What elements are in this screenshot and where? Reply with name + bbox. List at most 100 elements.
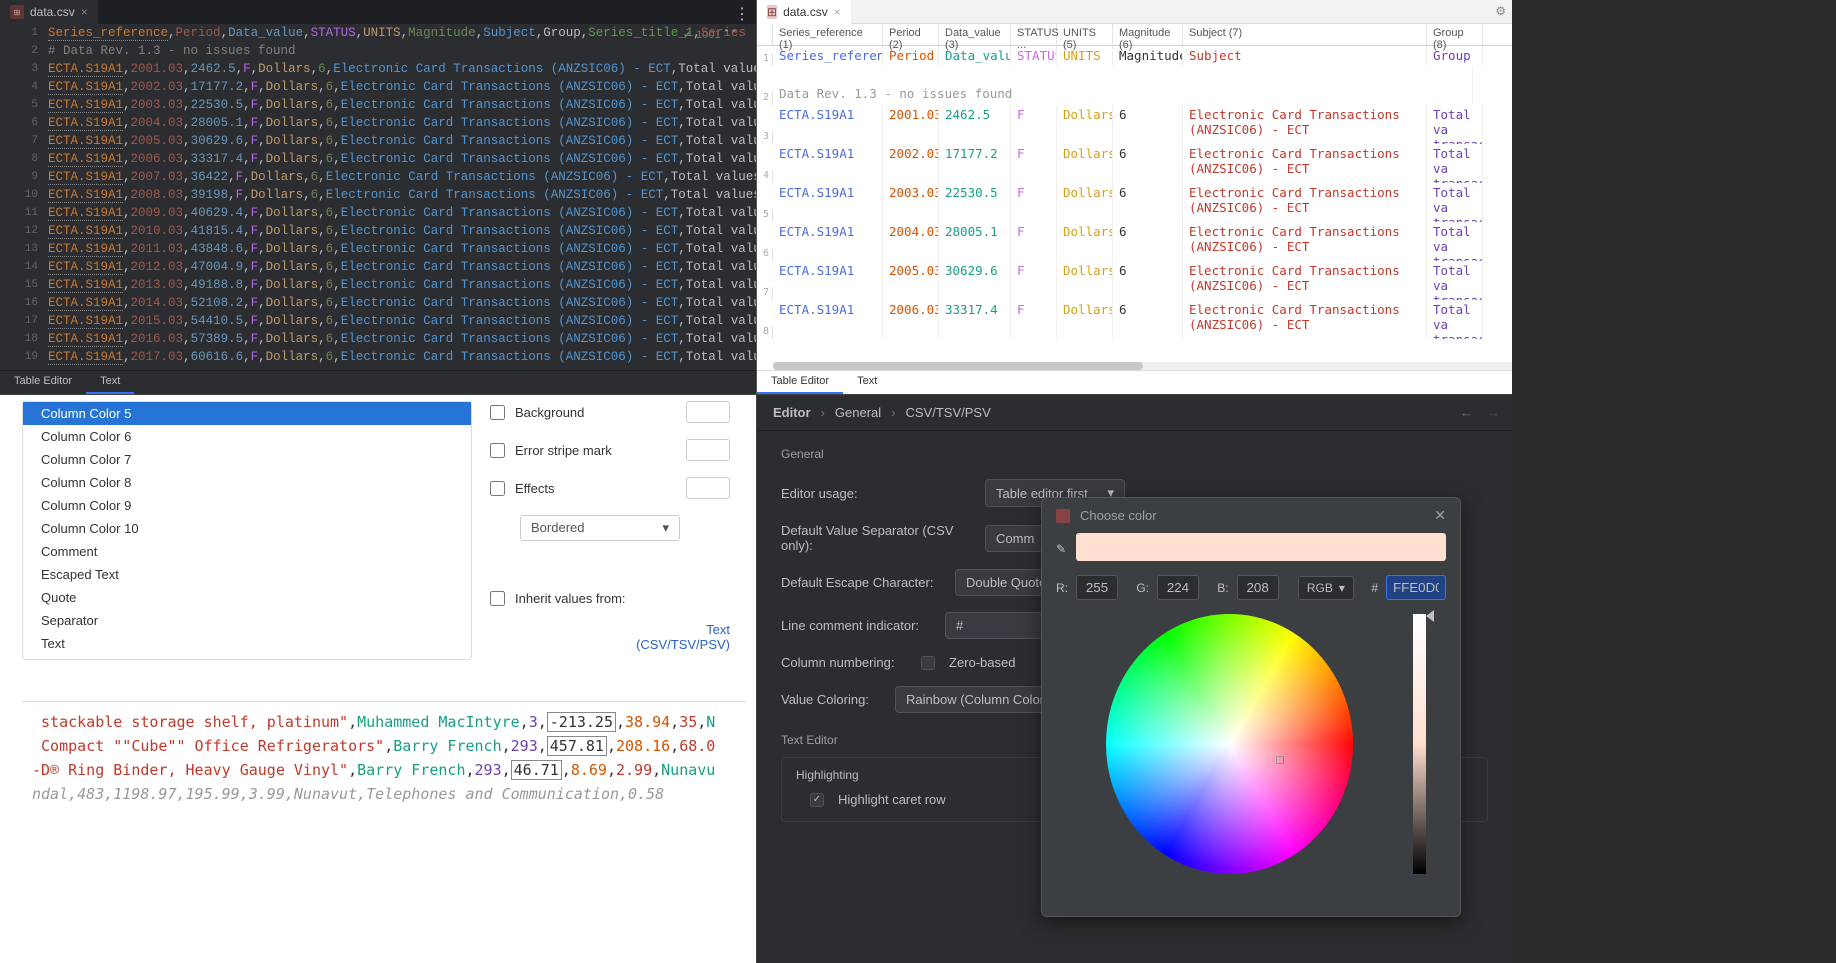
column-header[interactable]: Subject (7) [1183, 24, 1427, 45]
color-list-item[interactable]: Column Color 5 [23, 402, 471, 425]
horizontal-scrollbar[interactable] [773, 362, 1512, 370]
effects-type-select[interactable]: Bordered ▾ [520, 515, 680, 541]
table-row[interactable]: 3 ECTA.S19A1 2001.03 2462.5 F Dollars 6 … [757, 105, 1512, 144]
b-input[interactable] [1237, 575, 1279, 600]
table-row[interactable]: 2 Data Rev. 1.3 - no issues found [757, 66, 1512, 105]
table-row[interactable]: 5 ECTA.S19A1 2003.03 22530.5 F Dollars 6… [757, 183, 1512, 222]
escape-label: Default Escape Character: [781, 575, 941, 590]
error-stripe-swatch[interactable] [686, 439, 730, 461]
table-body[interactable]: 1 Series_reference Period Data_value STA… [757, 46, 1512, 362]
tab-table-editor[interactable]: Table Editor [0, 371, 86, 394]
color-list-item[interactable]: Column Color 7 [23, 448, 471, 471]
color-list-item[interactable]: Escaped Text [23, 563, 471, 586]
effects-swatch[interactable] [686, 477, 730, 499]
table-row[interactable]: 4 ECTA.S19A1 2002.03 17177.2 F Dollars 6… [757, 144, 1512, 183]
close-icon[interactable]: × [81, 5, 88, 19]
check-icon: ✔ [683, 28, 692, 41]
column-header[interactable]: Group (8) [1427, 24, 1483, 45]
chevron-up-icon[interactable]: ˆ [725, 29, 729, 41]
code-area[interactable]: Series_reference,Period,Data_value,STATU… [48, 24, 756, 370]
inherit-checkbox[interactable] [490, 591, 505, 606]
tab-text[interactable]: Text [843, 371, 891, 394]
error-stripe-checkbox[interactable] [490, 443, 505, 458]
color-wheel[interactable] [1106, 614, 1353, 874]
color-list-item[interactable]: Column Color 10 [23, 517, 471, 540]
column-header[interactable]: UNITS (5) [1057, 24, 1113, 45]
color-list-item[interactable]: Separator [23, 609, 471, 632]
color-preview: stackable storage shelf, platinum",Muham… [22, 701, 746, 963]
color-list-item[interactable]: Text [23, 632, 471, 655]
separator-label: Default Value Separator (CSV only): [781, 523, 971, 553]
column-header[interactable]: STATUS ... [1011, 24, 1057, 45]
color-mode-select[interactable]: RGB▾ [1298, 576, 1354, 600]
tab-bar: ⊞ data.csv × ⚙ [757, 0, 1512, 24]
column-header[interactable]: Magnitude (6) [1113, 24, 1183, 45]
value-coloring-select[interactable]: Rainbow (Column Color) [895, 686, 1059, 713]
breadcrumb-item[interactable]: General [835, 405, 881, 420]
breadcrumb-item[interactable]: CSV/TSV/PSV [906, 405, 991, 420]
column-numbering-label: Column numbering: [781, 655, 907, 670]
wheel-marker[interactable] [1276, 756, 1284, 764]
zero-based-checkbox[interactable] [921, 656, 935, 670]
table-header-row: Series_reference (1)Period (2)Data_value… [757, 24, 1512, 46]
inherit-label: Inherit values from: [515, 591, 626, 606]
color-list-item[interactable]: Comment [23, 540, 471, 563]
eyedropper-icon[interactable]: ✎ [1056, 542, 1066, 556]
file-tab[interactable]: ⊞ data.csv × [0, 0, 98, 24]
chevron-right-icon: › [891, 405, 895, 420]
more-icon[interactable]: ⋮ [734, 4, 750, 24]
color-list-item[interactable]: Column Color 6 [23, 425, 471, 448]
picker-logo-icon [1056, 509, 1070, 523]
close-icon[interactable]: × [834, 5, 841, 19]
table-row[interactable]: 1 Series_reference Period Data_value STA… [757, 46, 1512, 66]
color-list-item[interactable]: Column Color 8 [23, 471, 471, 494]
back-icon[interactable]: ← [1460, 405, 1473, 420]
gear-icon[interactable]: ⚙ [1495, 4, 1506, 18]
luminance-slider[interactable] [1413, 614, 1426, 874]
csv-file-icon: ⊞ [767, 5, 777, 19]
breadcrumb-item[interactable]: Editor [773, 405, 811, 420]
line-number-gutter: 12345678910111213141516171819 [0, 24, 48, 370]
dark-editor-pane: ⊞ data.csv × ⋮ 1234567891011121314151617… [0, 0, 756, 394]
effects-check-row: Effects [490, 477, 730, 499]
table-row[interactable]: 6 ECTA.S19A1 2004.03 28005.1 F Dollars 6… [757, 222, 1512, 261]
tab-table-editor[interactable]: Table Editor [757, 371, 843, 394]
effects-type-value: Bordered [531, 520, 584, 536]
luminance-marker[interactable] [1426, 610, 1434, 622]
color-scheme-list[interactable]: Column Color 5Column Color 6Column Color… [22, 401, 472, 660]
color-list-item[interactable]: Quote [23, 586, 471, 609]
status-indicator[interactable]: ✔ 1001 ˆ ˇ [683, 28, 736, 41]
column-header[interactable]: Series_reference (1) [773, 24, 883, 45]
table-row[interactable]: 7 ECTA.S19A1 2005.03 30629.6 F Dollars 6… [757, 261, 1512, 300]
color-picker-dialog: Choose color ✕ ✎ R: G: B: RGB▾ # [1041, 497, 1461, 917]
chevron-down-icon: ▾ [1339, 581, 1345, 595]
background-label: Background [515, 405, 584, 420]
background-checkbox[interactable] [490, 405, 505, 420]
chevron-down-icon[interactable]: ˇ [732, 29, 736, 41]
table-row[interactable]: 8 ECTA.S19A1 2006.03 33317.4 F Dollars 6… [757, 300, 1512, 339]
close-icon[interactable]: ✕ [1434, 507, 1446, 524]
scrollbar-thumb[interactable] [773, 362, 1143, 370]
tab-text[interactable]: Text [86, 371, 134, 394]
highlight-caret-checkbox[interactable]: ✓ [810, 793, 824, 807]
column-header[interactable]: Period (2) [883, 24, 939, 45]
editor-usage-label: Editor usage: [781, 486, 971, 501]
r-label: R: [1056, 581, 1068, 595]
comment-indicator-input[interactable] [945, 612, 1045, 639]
background-swatch[interactable] [686, 401, 730, 423]
separator-select[interactable]: Comm [985, 525, 1045, 552]
light-settings-pane: Column Color 5Column Color 6Column Color… [0, 394, 756, 963]
column-header[interactable]: Data_value (3) [939, 24, 1011, 45]
forward-icon[interactable]: → [1487, 405, 1500, 420]
effects-checkbox[interactable] [490, 481, 505, 496]
r-input[interactable] [1076, 575, 1118, 600]
file-tab-label: data.csv [783, 5, 828, 19]
color-preview-swatch [1076, 533, 1446, 561]
g-input[interactable] [1157, 575, 1199, 600]
error-stripe-check-row: Error stripe mark [490, 439, 730, 461]
color-list-item[interactable]: Column Color 9 [23, 494, 471, 517]
inherit-link[interactable]: Text (CSV/TSV/PSV) [490, 622, 730, 652]
highlight-caret-label: Highlight caret row [838, 792, 946, 807]
hex-input[interactable] [1386, 575, 1446, 600]
file-tab[interactable]: ⊞ data.csv × [757, 0, 851, 24]
